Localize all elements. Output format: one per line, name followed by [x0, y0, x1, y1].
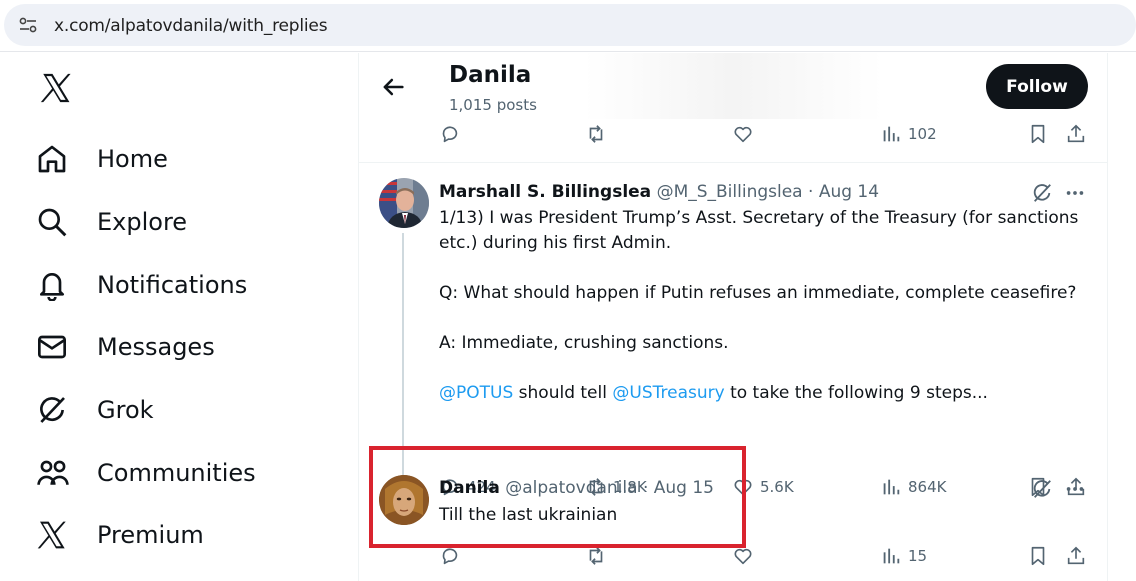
views-count: 102 [908, 125, 937, 143]
highlight-box [369, 446, 746, 548]
profile-name: Danila [449, 62, 532, 88]
bar-chart-icon [883, 548, 900, 564]
sidebar-item-notifications[interactable]: Notifications [36, 263, 247, 307]
grok-icon[interactable] [1031, 182, 1053, 204]
envelope-icon [38, 335, 66, 359]
heart-icon [734, 548, 752, 565]
tweet-line: @POTUS should tell @USTreasury to take t… [439, 381, 1089, 406]
views-button[interactable]: 15 [880, 544, 927, 568]
repost-icon [589, 125, 603, 143]
views-button[interactable]: 102 [880, 122, 937, 146]
sidebar-item-explore[interactable]: Explore [36, 200, 187, 244]
home-icon [38, 145, 66, 173]
tweet-line: 1/13) I was President Trump’s Asst. Secr… [439, 208, 1079, 228]
sidebar-item-home[interactable]: Home [36, 137, 168, 181]
bookmark-button[interactable] [1027, 122, 1049, 146]
sidebar-item-premium[interactable]: Premium [36, 513, 204, 557]
reply-button[interactable] [439, 122, 461, 146]
tweet-text: 1/13) I was President Trump’s Asst. Secr… [439, 206, 1089, 406]
more-options-icon[interactable] [1064, 478, 1086, 500]
x-logo-icon[interactable] [38, 71, 74, 105]
tweet-text-segment: should tell [513, 383, 613, 403]
repost-button[interactable] [585, 122, 607, 146]
share-button[interactable] [1065, 544, 1087, 568]
tweet-billingslea[interactable]: Marshall S. Billingslea @M_S_Billingslea… [359, 163, 1107, 521]
tweet-text-segment: to take the following 9 steps... [724, 383, 988, 403]
author-handle[interactable]: @M_S_Billingslea [657, 182, 803, 202]
profile-header: Danila 1,015 posts Follow [359, 53, 1107, 119]
sidebar-item-label: Home [97, 145, 168, 173]
post-count: 1,015 posts [449, 96, 537, 114]
bookmark-icon [1031, 546, 1045, 566]
sidebar-item-label: Explore [97, 208, 188, 236]
tweet-date[interactable]: Aug 14 [819, 182, 879, 202]
reply-icon [442, 548, 458, 565]
views-count: 15 [908, 547, 928, 565]
like-button[interactable] [732, 122, 754, 146]
tweet-line: Q: What should happen if Putin refuses a… [439, 283, 1077, 303]
url-text[interactable]: x.com/alpatovdanila/with_replies [54, 16, 328, 36]
grok-icon[interactable] [1031, 478, 1053, 500]
x-logo-icon [37, 521, 66, 549]
search-icon [38, 208, 67, 237]
share-icon [1067, 124, 1085, 143]
mention-link[interactable]: @POTUS [439, 383, 513, 403]
share-button[interactable] [1065, 122, 1087, 146]
avatar-image [379, 178, 429, 228]
action-bar: 102 [439, 122, 1089, 146]
people-icon [37, 460, 69, 485]
grok-icon [40, 397, 65, 423]
bell-icon [40, 273, 64, 301]
url-field[interactable]: x.com/alpatovdanila/with_replies [4, 4, 1136, 46]
more-options-icon[interactable] [1064, 182, 1086, 204]
sidebar-item-label: Communities [97, 459, 256, 487]
tweet-line: A: Immediate, crushing sanctions. [439, 333, 729, 353]
bar-chart-icon [883, 126, 900, 142]
sidebar-item-label: Messages [97, 333, 215, 361]
author-name[interactable]: Marshall S. Billingslea [439, 182, 651, 202]
mention-link[interactable]: @USTreasury [612, 383, 724, 403]
tweet-header: Marshall S. Billingslea @M_S_Billingslea… [439, 182, 879, 202]
sidebar-item-label: Grok [97, 396, 154, 424]
sidebar-item-label: Premium [97, 521, 204, 549]
repost-icon [589, 547, 603, 565]
share-icon [1067, 546, 1085, 565]
sidebar-item-grok[interactable]: Grok [36, 388, 154, 432]
sidebar-item-communities[interactable]: Communities [36, 451, 256, 495]
tweet-line: etc.) during his first Admin. [439, 233, 672, 253]
separator-dot: · [808, 182, 814, 202]
sidebar-item-label: Notifications [97, 271, 248, 299]
bookmark-button[interactable] [1027, 544, 1049, 568]
sidebar: Home Explore Notifications Messages Grok… [0, 53, 358, 581]
browser-address-bar: x.com/alpatovdanila/with_replies [0, 0, 1136, 52]
heart-icon [734, 126, 752, 143]
back-arrow-icon[interactable] [379, 73, 407, 101]
bookmark-icon [1031, 124, 1045, 144]
follow-button[interactable]: Follow [986, 64, 1088, 109]
reply-icon [442, 126, 458, 143]
avatar[interactable] [379, 178, 429, 228]
sidebar-item-messages[interactable]: Messages [36, 325, 215, 369]
site-settings-icon[interactable] [18, 16, 38, 34]
